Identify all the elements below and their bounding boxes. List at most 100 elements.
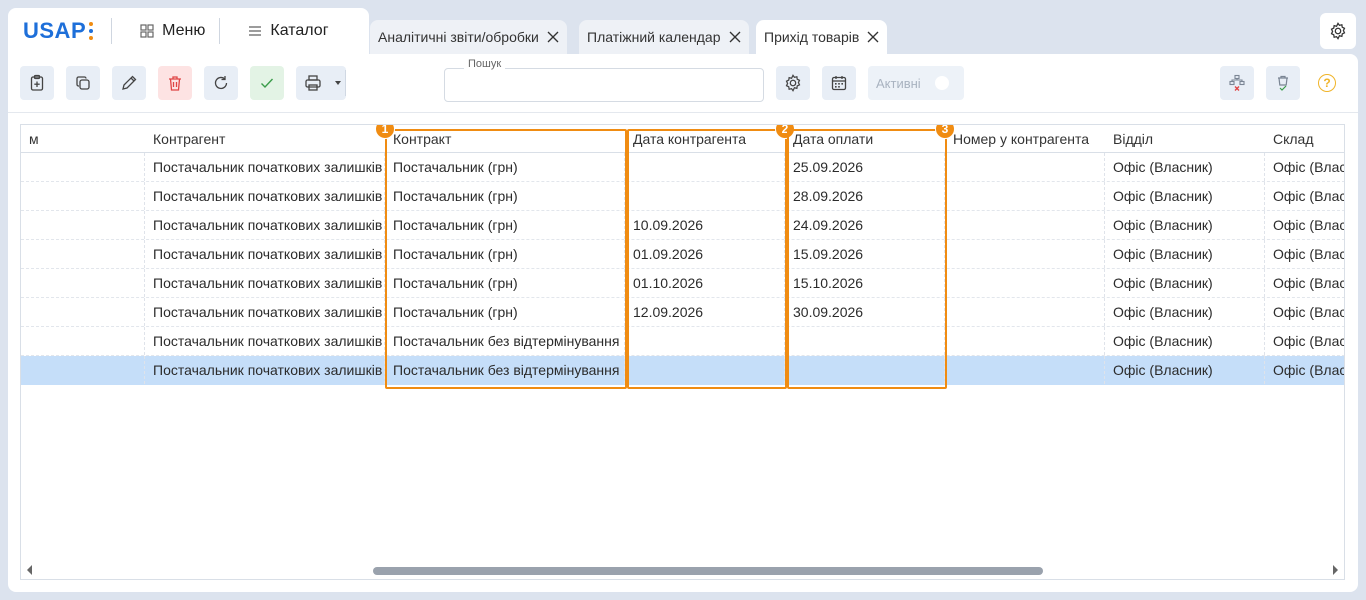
create-button[interactable] [20,66,54,100]
toolbar-divider [8,112,1358,113]
delete-marked-button[interactable] [1266,66,1300,100]
cell-col-m [21,182,145,210]
toggle-knob [934,76,949,90]
header-col-m[interactable]: м [21,125,145,152]
cell-col-warehouse: Офіс (Власник) [1265,240,1344,268]
gear-icon [1330,22,1346,40]
scrollbar-thumb[interactable] [373,567,1043,575]
split-divider [345,70,346,96]
cell-col-department: Офіс (Власник) [1105,327,1265,355]
cell-col-counterparty: Постачальник початкових залишків [145,182,385,210]
search-input[interactable] [445,69,763,101]
cell-col-m [21,153,145,181]
cell-col-counterparty-number [945,153,1105,181]
data-grid: м Контрагент Контракт Дата контрагента Дата … [20,124,1345,580]
tab-label: Аналітичні звіти/обробки [378,29,539,45]
cell-col-warehouse: Офіс (Власник) [1265,327,1344,355]
cell-col-warehouse: Офіс (Власник) [1265,211,1344,239]
cell-col-counterparty: Постачальник початкових залишків [145,356,385,384]
cell-col-counterparty: Постачальник початкових залишків [145,240,385,268]
header-col-warehouse[interactable]: Склад [1265,125,1344,152]
cell-col-m [21,211,145,239]
clipboard-add-icon [30,74,44,91]
highlight-box [385,129,627,389]
cell-col-counterparty: Постачальник початкових залишків [145,153,385,181]
cell-col-warehouse: Офіс (Власник) [1265,298,1344,326]
tab-label: Платіжний календар [587,29,721,45]
gear-icon [785,74,801,92]
horizontal-scrollbar[interactable] [21,561,1344,579]
hierarchy-x-icon [1229,74,1245,91]
pencil-icon [122,75,137,90]
search-field[interactable] [444,68,764,102]
cell-col-counterparty: Постачальник початкових залишків [145,298,385,326]
cell-col-department: Офіс (Власник) [1105,153,1265,181]
cell-col-counterparty: Постачальник початкових залишків [145,327,385,355]
copy-icon [76,76,90,90]
cell-col-counterparty: Постачальник початкових залишків [145,269,385,297]
scroll-left-arrow-icon[interactable] [27,565,32,575]
app-logo[interactable]: USAP [23,18,94,44]
menu-button[interactable]: Меню [126,8,219,54]
cell-col-counterparty-number [945,298,1105,326]
logo-dots [89,22,94,40]
close-icon[interactable] [729,31,741,43]
close-icon[interactable] [547,31,559,43]
print-button[interactable] [296,66,346,100]
header-col-counterparty-number[interactable]: Номер у контрагента [945,125,1105,152]
cell-col-warehouse: Офіс (Власник) [1265,153,1344,181]
cell-col-m [21,356,145,384]
cell-col-department: Офіс (Власник) [1105,356,1265,384]
cell-col-warehouse: Офіс (Власник) [1265,182,1344,210]
close-icon[interactable] [867,31,879,43]
edit-button[interactable] [112,66,146,100]
trash-check-icon [1278,75,1288,91]
trash-icon [169,76,181,91]
unlink-structure-button[interactable] [1220,66,1254,100]
cell-col-counterparty: Постачальник початкових залишків [145,211,385,239]
cell-col-m [21,327,145,355]
help-icon[interactable]: ? [1318,74,1336,92]
approve-button[interactable] [250,66,284,100]
top-bar: USAP Меню Каталог [8,8,369,54]
delete-button[interactable] [158,66,192,100]
header-col-department[interactable]: Відділ [1105,125,1265,152]
search-label: Пошук [464,58,506,70]
cell-col-counterparty-number [945,182,1105,210]
cell-col-department: Офіс (Власник) [1105,269,1265,297]
catalog-label: Каталог [270,22,329,39]
toolbar: Пошук Активні ? [8,54,1358,112]
active-label: Активні [876,75,921,91]
cell-col-department: Офіс (Власник) [1105,240,1265,268]
cell-col-m [21,240,145,268]
highlight-box [627,129,787,389]
printer-icon [305,75,321,91]
chevron-down-icon[interactable] [335,81,341,85]
cell-col-counterparty-number [945,211,1105,239]
copy-button[interactable] [66,66,100,100]
cell-col-counterparty-number [945,269,1105,297]
cell-col-counterparty-number [945,356,1105,384]
header-col-counterparty[interactable]: Контрагент [145,125,385,152]
tab-payment-calendar[interactable]: Платіжний календар [579,20,749,54]
global-settings-button[interactable] [1320,13,1356,49]
tab-label: Прихід товарів [764,29,860,45]
scroll-right-arrow-icon[interactable] [1333,565,1338,575]
divider [111,18,113,44]
check-icon [261,78,274,89]
tab-goods-receipt[interactable]: Прихід товарів [756,20,888,54]
tab-analytics[interactable]: Аналітичні звіти/обробки [370,20,567,54]
active-toggle[interactable]: Активні [868,66,964,100]
cell-col-department: Офіс (Власник) [1105,298,1265,326]
settings-button[interactable] [776,66,810,100]
refresh-button[interactable] [204,66,238,100]
calendar-icon [831,76,847,91]
calendar-button[interactable] [822,66,856,100]
refresh-icon [214,76,228,90]
highlight-box [787,129,947,389]
catalog-button[interactable]: Каталог [234,8,342,54]
cell-col-counterparty-number [945,240,1105,268]
main-panel: Пошук Активні ? м Контрагент Контракт Дата … [8,54,1358,592]
cell-col-warehouse: Офіс (Власник) [1265,269,1344,297]
cell-col-m [21,269,145,297]
